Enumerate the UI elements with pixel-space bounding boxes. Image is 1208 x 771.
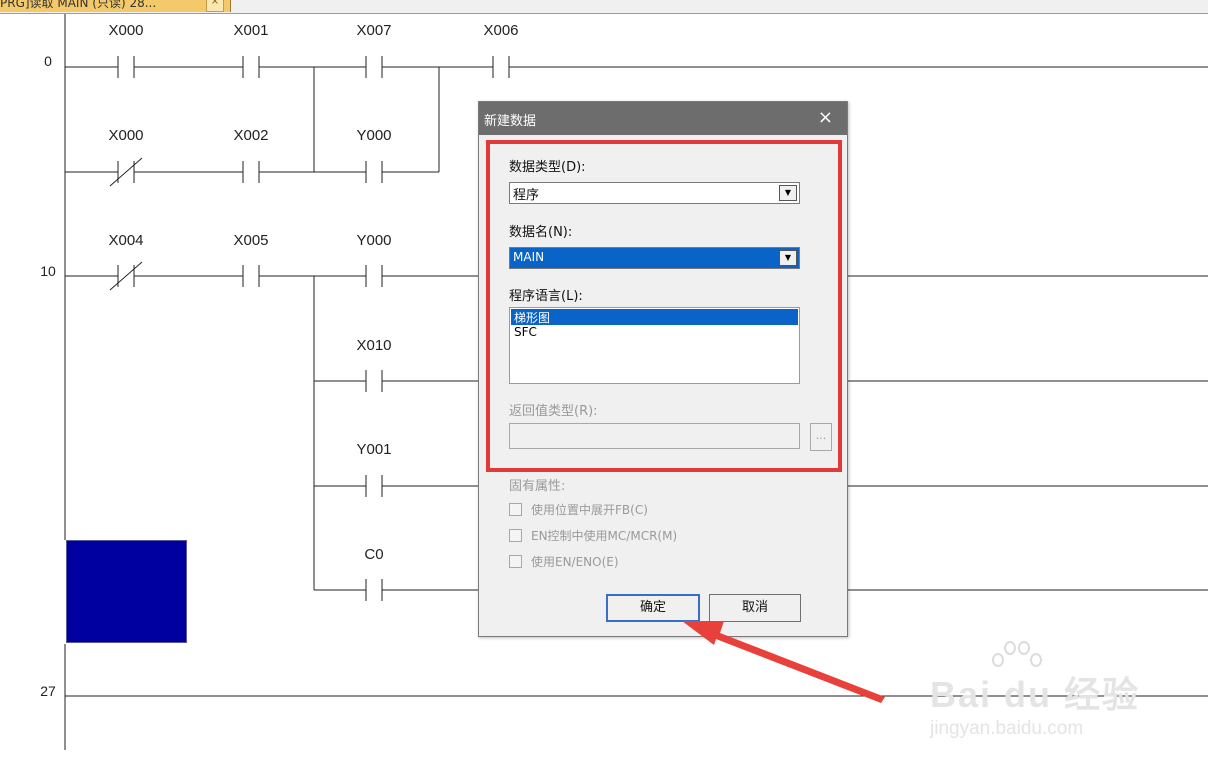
watermark-url: jingyan.baidu.com xyxy=(930,718,1084,739)
watermark-brand: Bai du 经验 xyxy=(930,674,1141,715)
baidu-watermark: Bai du 经验 jingyan.baidu.com xyxy=(928,638,1148,748)
